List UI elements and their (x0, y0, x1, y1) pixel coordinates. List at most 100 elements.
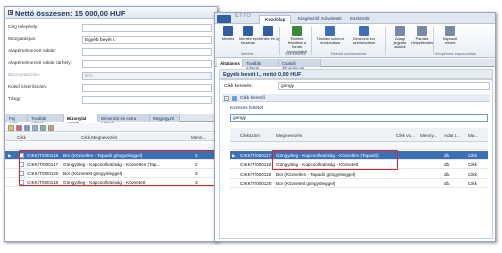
subtab-2[interactable]: Csatolt állományok (279, 59, 321, 71)
tab-0[interactable]: Fej adat (6, 114, 28, 126)
row-code: CIKK/T/000120 (240, 181, 272, 187)
group-szerkesztes: Szerkesztés (285, 52, 306, 56)
form-field[interactable] (82, 24, 212, 32)
tab-4[interactable]: Megjegyzé (150, 114, 180, 122)
form-label: Alapértelmezett raktár: (8, 49, 57, 54)
expand-icon[interactable]: ▼ (8, 10, 13, 15)
ribbon-button-2[interactable]: Mentés és új (257, 26, 279, 52)
ribbon-button-icon (243, 26, 253, 36)
cikk-search-input[interactable]: gongy (278, 82, 490, 90)
form-field: N/A (82, 72, 212, 80)
grid-toolbar (5, 123, 217, 132)
form-label: Bizonylatszám: (8, 73, 41, 78)
app-logo: ETTO (235, 13, 251, 19)
ribbon-button-label: Mentés és új (257, 37, 279, 41)
col-ma[interactable]: Ma... (468, 133, 478, 138)
form-label: Tárgy: (8, 97, 22, 102)
form-label: Mozgatásjus: (8, 37, 37, 42)
col-adat[interactable]: Adat t... (444, 133, 460, 138)
ribbon-button-8[interactable]: Kapcsolt rekord (439, 26, 461, 52)
kereses-input[interactable]: gongy (230, 114, 488, 122)
ribbon-button-icon (417, 26, 427, 36)
group-kenyelmes: Kényelmes kapcsolódás (435, 52, 476, 56)
copy-row-icon[interactable] (32, 124, 38, 131)
form-row: Bizonylatszám: N/A (8, 71, 216, 81)
edit-row-icon[interactable] (24, 124, 30, 131)
subtab-0[interactable]: Általános (217, 59, 243, 67)
form-field[interactable] (82, 48, 212, 56)
row-unit: db. (444, 152, 451, 158)
tab-2[interactable]: Bizonylat sorok (64, 114, 98, 126)
ribbon-button-label: Mentés és bezárás (239, 37, 257, 46)
right-window: ETTO Kezdőlap Kiegészítő műveletek Eszközö… (214, 12, 496, 242)
tab-1[interactable]: További adatok (28, 114, 64, 126)
col-cikkszam[interactable]: Cikkszám (240, 133, 260, 138)
collapse-icon[interactable]: − (224, 95, 229, 101)
delete-row-icon[interactable] (16, 124, 22, 131)
ribbon-tab-bar: ETTO Kezdőlap Kiegészítő műveletek Eszközö… (215, 13, 495, 24)
col-cikk-vo[interactable]: Cikk vo... (396, 133, 415, 138)
ribbon-button-0[interactable]: Mentés (217, 26, 239, 52)
group-rekord: Rekord szerkesztése (331, 52, 367, 56)
subtab-1[interactable]: További adatok (243, 59, 279, 71)
ribbon-button-7[interactable]: Párolás Helyettesítés (411, 26, 433, 52)
app-menu-button[interactable] (217, 14, 231, 23)
col-qty[interactable]: Menn... (191, 135, 206, 140)
ribbon-button-icon (395, 26, 405, 36)
ribbon-button-icon (445, 26, 455, 36)
row-code: CIKK/T/000119 (240, 171, 272, 177)
panel-title: Egyéb bevét I., nettó 0,00 HUF (219, 69, 493, 79)
ribbon-tab-0[interactable]: Kezdőlap (259, 14, 292, 24)
search-form-icon (232, 95, 237, 101)
ribbon: Mentés Mentés és bezárás Mentés és új Érték… (215, 24, 495, 58)
highlight-box-left (19, 150, 215, 186)
row-unit: db. (444, 162, 451, 168)
form-field[interactable] (82, 84, 212, 92)
form-row: Alapértelmezett raktár tárhely: (8, 59, 216, 69)
form-field[interactable]: Egyéb bevét I. (82, 36, 212, 44)
ribbon-button-icon (292, 26, 302, 36)
filter-icon[interactable] (40, 124, 46, 131)
col-megnevezes[interactable]: Megnevezés (276, 133, 302, 138)
col-name[interactable]: Cikk.Megnevezés (81, 135, 117, 140)
right-filter-row[interactable] (230, 142, 488, 150)
row-unit: db. (444, 171, 451, 177)
row-type: Cikk (468, 171, 477, 177)
kereses-label: Keresés feltétel (230, 106, 264, 111)
ribbon-button-label: Adagi jegyzék adatok (393, 37, 407, 50)
col-menny[interactable]: Menny... (420, 133, 437, 138)
form-row: Alapértelmezett raktár: (8, 47, 216, 57)
ribbon-button-1[interactable]: Mentés és bezárás (237, 26, 259, 52)
ribbon-button-6[interactable]: Adagi jegyzék adatok (389, 26, 411, 52)
cikk-search-label: Cikk keresés: (224, 84, 253, 89)
ribbon-tab-2[interactable]: Eszközök (345, 15, 375, 24)
left-grid-header: Cikk Cikk.Megnevezés Menn... (5, 133, 217, 141)
ribbon-button-5[interactable]: Dimenzió sor szerkesztése (349, 26, 379, 52)
left-tabs: Fej adatTovábbi adatokBizonylat sorokDim… (5, 114, 217, 126)
form-label: Alapértelmezett raktár tárhely: (8, 61, 72, 66)
new-row-icon[interactable] (8, 124, 14, 131)
row-indicator: ▶ (232, 152, 236, 158)
row-name: Bor (Közvetlen - Tapadó göngyöleggel) (276, 171, 356, 177)
ribbon-button-label: Kapcsolt rekord (442, 37, 458, 46)
cikk-kereso-header: − Cikk kereső (222, 94, 490, 102)
form-field[interactable] (82, 96, 212, 104)
ribbon-button-icon (263, 26, 273, 36)
row-name: Bor (Közvetett göngyöleggel) (276, 181, 336, 187)
form-field[interactable] (82, 60, 212, 68)
row-type: Cikk (468, 152, 477, 158)
ribbon-tab-1[interactable]: Kiegészítő műveletek (293, 15, 347, 24)
cikk-kereso-label: Cikk kereső (240, 95, 266, 101)
ribbon-button-4[interactable]: Tárolási sorrend módosítása (315, 26, 345, 52)
col-cikk[interactable]: Cikk (17, 135, 26, 140)
ribbon-button-3[interactable]: Értékek frissítése a forrás bizonylatból (283, 26, 311, 54)
table-row[interactable]: CIKK/T/000119 Bor (Közvetlen - Tapadó gön… (230, 170, 488, 179)
form-row: Cég telephely: (8, 23, 216, 33)
product-search-panel: Cikk keresés: gongy − Cikk kereső Keresé… (219, 79, 493, 239)
left-filter-row[interactable] (5, 142, 217, 150)
left-window: ▼ Nettó összesen: 15 000,00 HUF Cég tele… (4, 6, 218, 242)
row-code: CIKK/T/000117 (240, 152, 272, 158)
tab-3[interactable]: Dimenzió és extra adatok (98, 114, 150, 126)
table-row[interactable]: CIKK/T/000120 Bor (Közvetett göngyöleggel… (230, 180, 488, 188)
export-icon[interactable] (48, 124, 54, 131)
